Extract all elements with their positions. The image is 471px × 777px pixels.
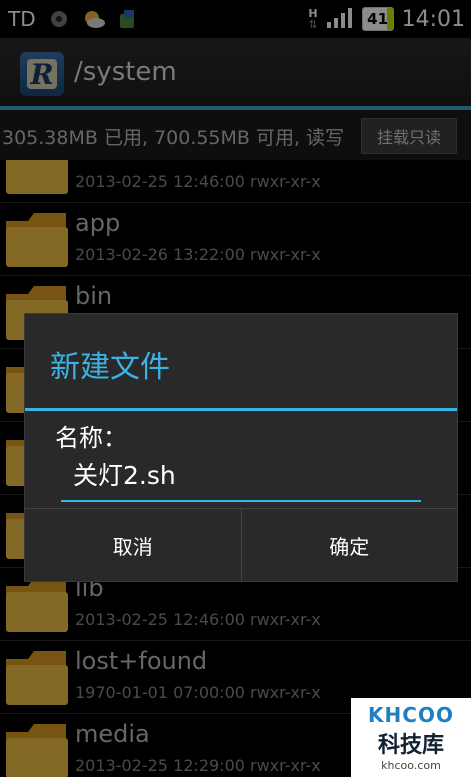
- confirm-button[interactable]: 确定: [240, 509, 458, 582]
- new-file-dialog: 新建文件 名称： 关灯2.sh 取消 确定: [24, 313, 458, 582]
- dialog-buttons: 取消 确定: [25, 508, 457, 582]
- watermark-logo: KHCOO 科技库 khcoo.com: [351, 698, 471, 777]
- watermark-brand: KHCOO: [368, 703, 454, 727]
- filename-input[interactable]: 关灯2.sh: [61, 456, 421, 502]
- watermark-site: khcoo.com: [381, 759, 441, 772]
- filename-label: 名称：: [55, 424, 127, 452]
- dialog-title: 新建文件: [50, 350, 170, 385]
- cancel-button[interactable]: 取消: [25, 509, 241, 582]
- dialog-title-divider: [25, 408, 457, 411]
- watermark-name: 科技库: [377, 733, 444, 758]
